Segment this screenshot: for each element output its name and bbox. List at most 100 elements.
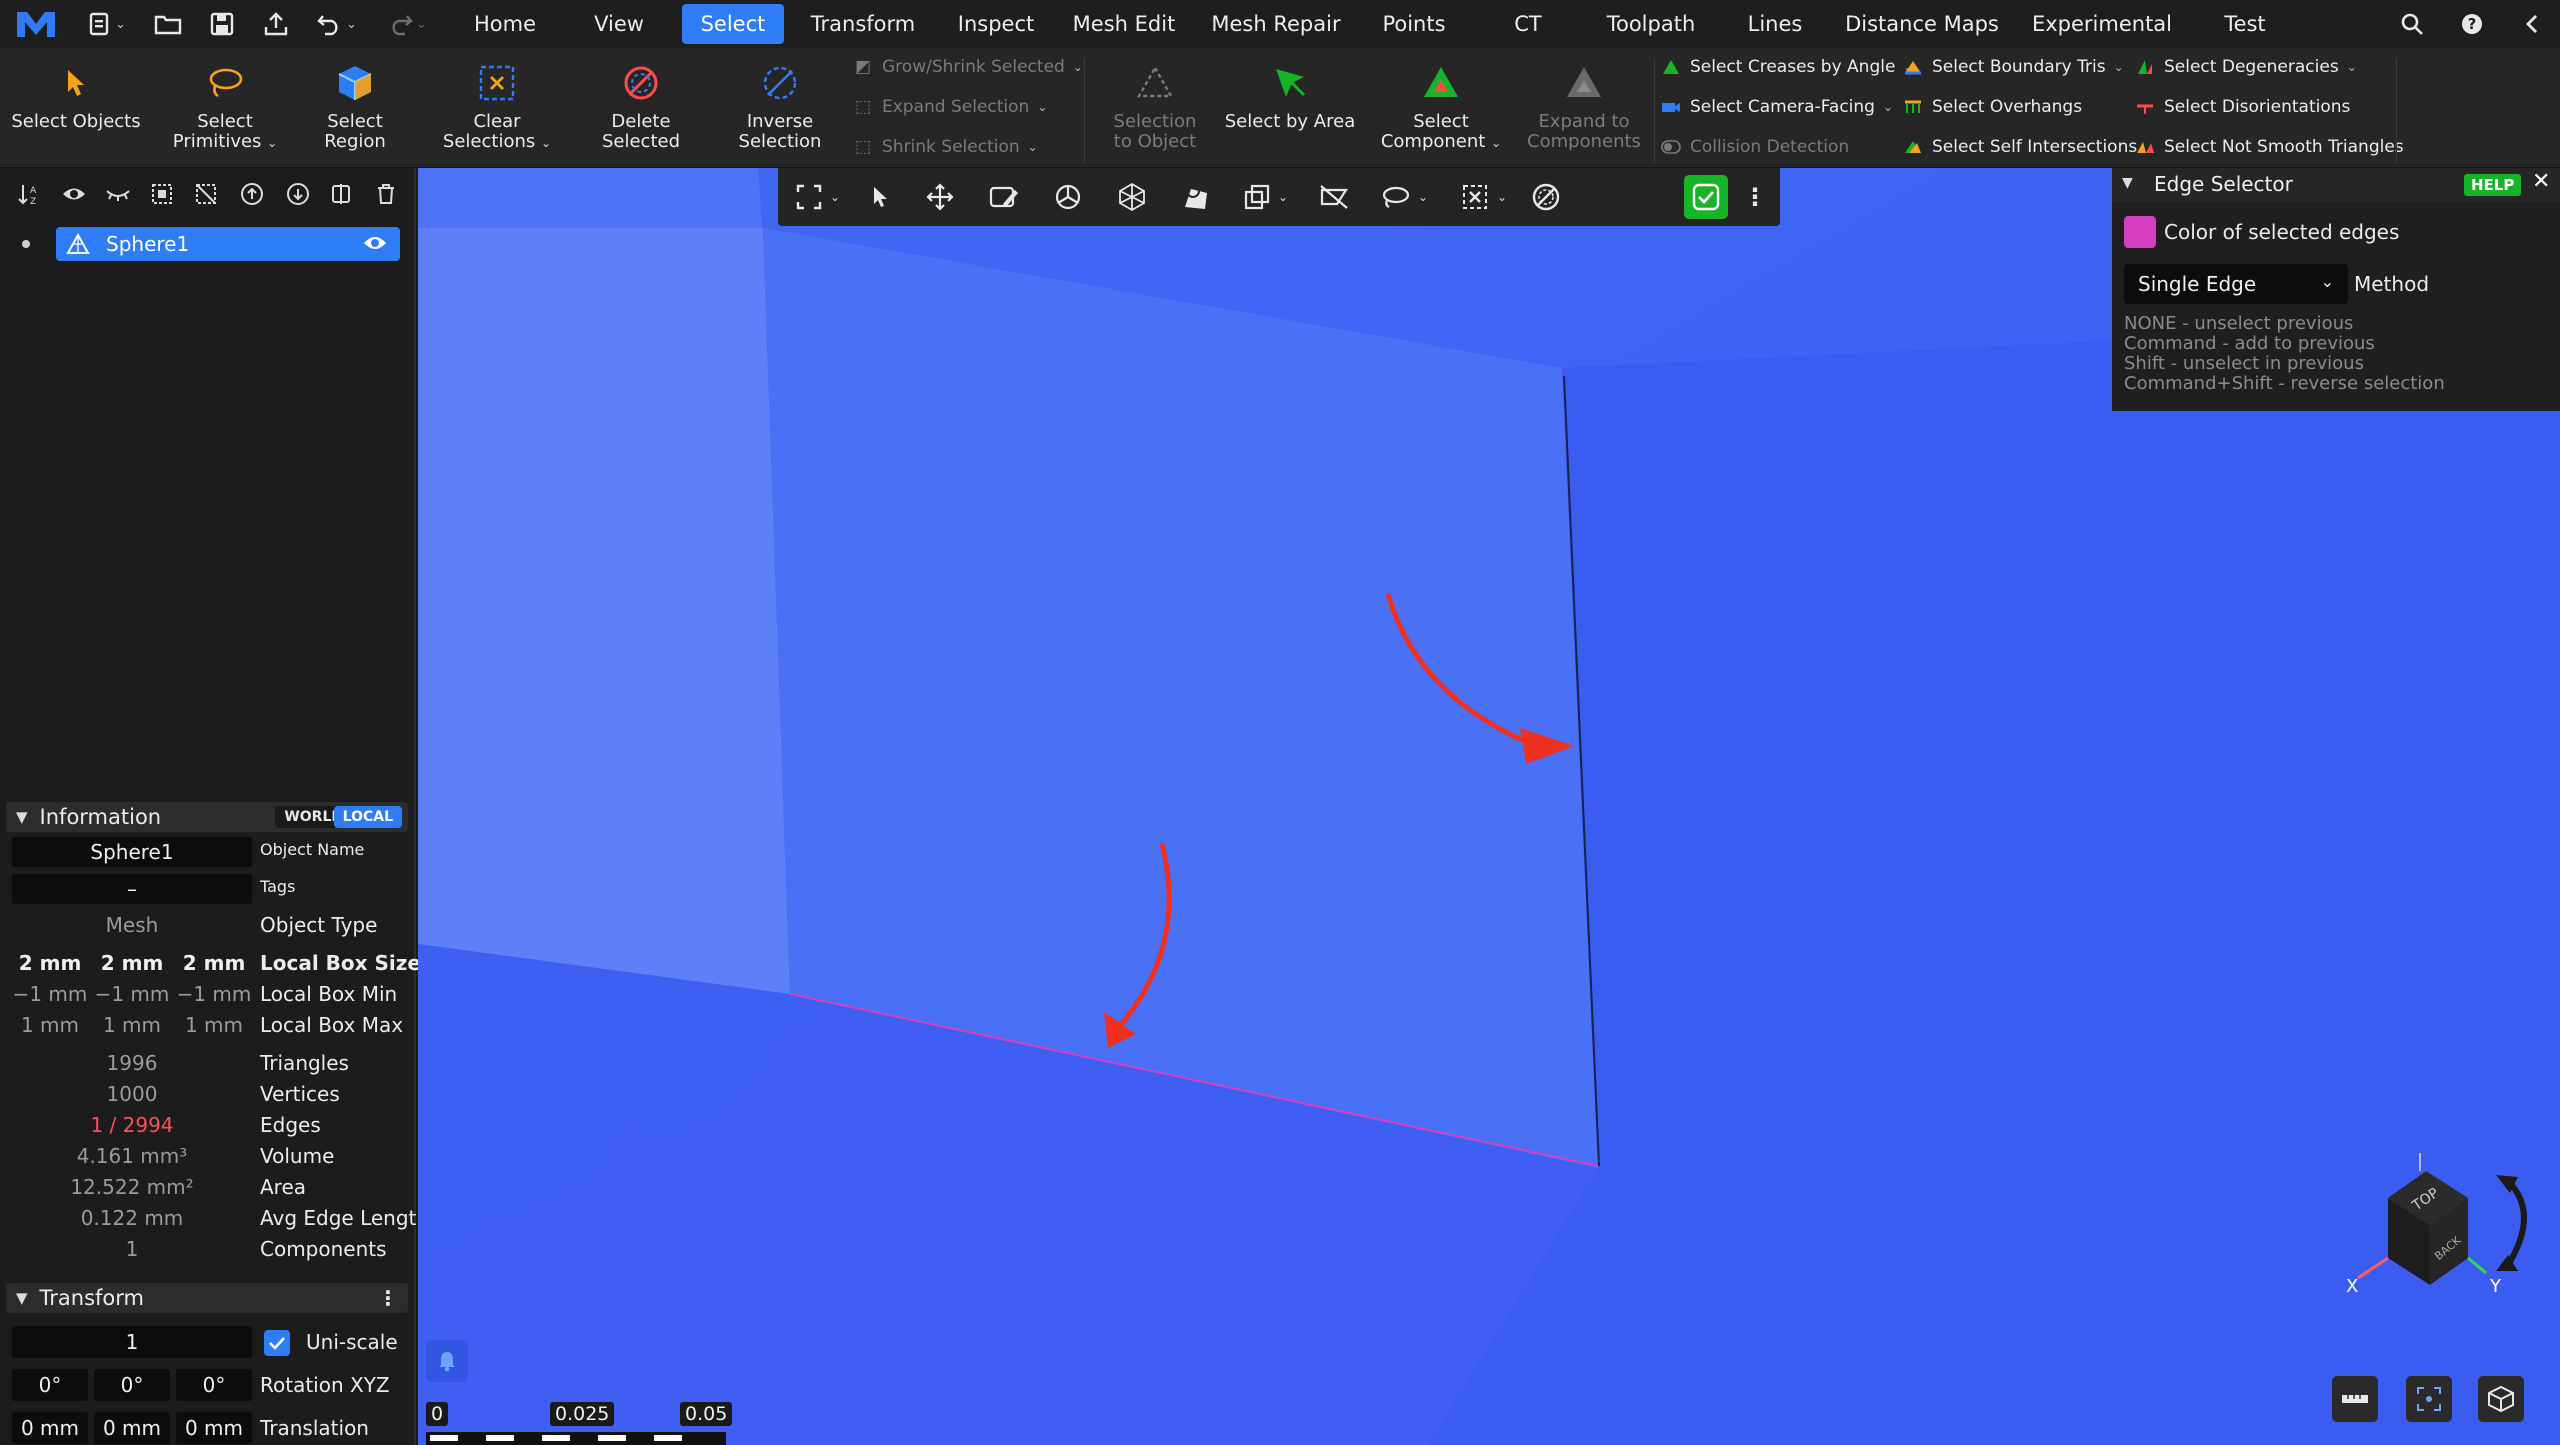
uniscale-checkbox[interactable] [264, 1330, 290, 1356]
collision-detection-toggle[interactable]: Collision Detection [1660, 128, 1849, 166]
tab-lines[interactable]: Lines [1740, 4, 1810, 44]
shading-icon[interactable] [1176, 177, 1216, 217]
triangles-value: 1996 [106, 1051, 158, 1075]
frame-view-icon[interactable]: ⌄ [788, 177, 848, 217]
information-section-header[interactable]: ▼ Information WORLD LOCAL [6, 802, 408, 832]
redo-icon[interactable]: ⌄ [382, 6, 432, 42]
translation-z-input[interactable]: 0 mm [176, 1412, 252, 1444]
translation-y-input[interactable]: 0 mm [94, 1412, 170, 1444]
select-region-button[interactable]: Select Region [296, 60, 414, 164]
more-options-icon[interactable]: ⋮ [1742, 177, 1768, 217]
wireframe-icon[interactable] [1112, 177, 1152, 217]
rotation-z-input[interactable]: 0° [176, 1369, 252, 1401]
tab-home[interactable]: Home [464, 4, 546, 44]
tab-test[interactable]: Test [2200, 4, 2290, 44]
tab-mesh-repair[interactable]: Mesh Repair [1206, 4, 1346, 44]
move-down-icon[interactable] [282, 178, 314, 210]
rotation-y-input[interactable]: 0° [94, 1369, 170, 1401]
save-icon[interactable] [204, 6, 240, 42]
tab-experimental[interactable]: Experimental [2028, 4, 2176, 44]
help-icon[interactable]: ? [2456, 6, 2488, 42]
expand-to-components-button[interactable]: Expand to Components [1522, 60, 1646, 164]
select-creases-by-angle-button[interactable]: Select Creases by Angle ⌄ [1660, 48, 1913, 86]
select-by-area-button[interactable]: Select by Area [1222, 60, 1358, 164]
deselect-all-icon[interactable] [190, 178, 222, 210]
local-toggle[interactable]: LOCAL [333, 806, 402, 828]
grow-shrink-selected-button[interactable]: ◩ Grow/Shrink Selected ⌄ [852, 48, 1083, 86]
collapse-icon[interactable] [2516, 6, 2548, 42]
apply-button[interactable] [1684, 175, 1728, 219]
app-logo-icon[interactable] [12, 6, 60, 42]
visibility-eye-icon[interactable] [362, 233, 388, 253]
edge-color-swatch[interactable] [2124, 216, 2156, 248]
clipping-icon[interactable]: ⌄ [1236, 177, 1296, 217]
sort-icon[interactable]: AZ [14, 178, 46, 210]
select-objects-button[interactable]: Select Objects [8, 60, 144, 164]
view-cube[interactable]: Z TOP BACK X Y [2318, 1153, 2558, 1323]
measure-tool-button[interactable] [2332, 1376, 2378, 1422]
tab-select[interactable]: Select [682, 4, 784, 44]
select-camera-facing-button[interactable]: Select Camera-Facing ⌄ [1660, 88, 1893, 126]
more-options-icon[interactable]: ⋮ [378, 1286, 398, 1310]
clear-selections-button[interactable]: Clear Selections ⌄ [434, 60, 560, 164]
split-icon[interactable] [326, 178, 358, 210]
show-all-icon[interactable] [58, 178, 90, 210]
select-boundary-tris-button[interactable]: Select Boundary Tris ⌄ [1902, 48, 2124, 86]
help-button[interactable]: HELP [2464, 174, 2522, 196]
tab-mesh-edit[interactable]: Mesh Edit [1068, 4, 1180, 44]
rotation-x-input[interactable]: 0° [12, 1369, 88, 1401]
select-disorientations-button[interactable]: Select Disorientations [2134, 88, 2350, 126]
select-primitives-button[interactable]: Select Primitives ⌄ [160, 60, 290, 164]
projection-toggle-button[interactable] [2478, 1376, 2524, 1422]
method-select[interactable]: Single Edge ⌄ [2124, 264, 2348, 304]
select-overhangs-button[interactable]: Select Overhangs [1902, 88, 2082, 126]
move-up-icon[interactable] [236, 178, 268, 210]
orbit-icon[interactable] [1048, 177, 1088, 217]
paint-select-icon[interactable] [984, 177, 1024, 217]
scale-input[interactable]: 1 [12, 1326, 252, 1358]
rotate-view-icon[interactable] [2505, 1178, 2527, 1267]
scene-tree-item-sphere1[interactable]: Sphere1 [56, 227, 400, 261]
select-not-smooth-triangles-button[interactable]: Select Not Smooth Triangles [2134, 128, 2404, 166]
hide-all-icon[interactable] [102, 178, 134, 210]
no-selection-icon[interactable] [1526, 177, 1566, 217]
lasso-select-icon[interactable]: ⌄ [1374, 177, 1434, 217]
notification-bell-icon[interactable] [426, 1340, 468, 1382]
box-deselect-icon[interactable]: ⌄ [1454, 177, 1514, 217]
transform-section-header[interactable]: ▼ Transform ⋮ [6, 1283, 408, 1313]
tab-toolpath[interactable]: Toolpath [1596, 4, 1706, 44]
open-folder-icon[interactable] [150, 6, 186, 42]
grow-shrink-icon: ◩ [854, 57, 872, 77]
tab-transform[interactable]: Transform [800, 4, 926, 44]
inverse-selection-button[interactable]: Inverse Selection [724, 60, 836, 164]
pointer-icon[interactable] [860, 177, 900, 217]
select-by-area-icon [1270, 60, 1310, 106]
shrink-selection-button[interactable]: ⬚ Shrink Selection ⌄ [852, 128, 1038, 166]
object-name-field[interactable]: Sphere1 [12, 837, 252, 867]
delete-selected-button[interactable]: Delete Selected [572, 60, 710, 164]
select-component-button[interactable]: Select Component ⌄ [1378, 60, 1504, 164]
edge-selector-header[interactable]: ▼ Edge Selector HELP ✕ [2112, 168, 2560, 202]
move-icon[interactable] [920, 177, 960, 217]
delete-icon[interactable] [370, 178, 402, 210]
tags-field[interactable]: – [12, 874, 252, 904]
translation-x-input[interactable]: 0 mm [12, 1412, 88, 1444]
search-icon[interactable] [2396, 6, 2428, 42]
tab-points[interactable]: Points [1372, 4, 1456, 44]
tab-view[interactable]: View [580, 4, 658, 44]
export-icon[interactable] [258, 6, 294, 42]
tab-ct[interactable]: CT [1500, 4, 1556, 44]
close-icon[interactable]: ✕ [2532, 169, 2550, 194]
tab-distance-maps[interactable]: Distance Maps [1842, 4, 2002, 44]
select-all-icon[interactable] [146, 178, 178, 210]
selection-to-object-button[interactable]: Selection to Object [1100, 60, 1210, 164]
select-degeneracies-button[interactable]: Select Degeneracies ⌄ [2134, 48, 2357, 86]
undo-icon[interactable]: ⌄ [312, 6, 362, 42]
fit-view-button[interactable] [2406, 1376, 2452, 1422]
new-file-icon[interactable]: ⌄ [80, 6, 132, 42]
select-self-intersections-button[interactable]: Select Self Intersections [1902, 128, 2137, 166]
expand-selection-button[interactable]: ⬚ Expand Selection ⌄ [852, 88, 1047, 126]
chevron-down-icon[interactable]: ▼ [2122, 175, 2133, 191]
tab-inspect[interactable]: Inspect [948, 4, 1044, 44]
hide-faces-icon[interactable] [1314, 177, 1354, 217]
